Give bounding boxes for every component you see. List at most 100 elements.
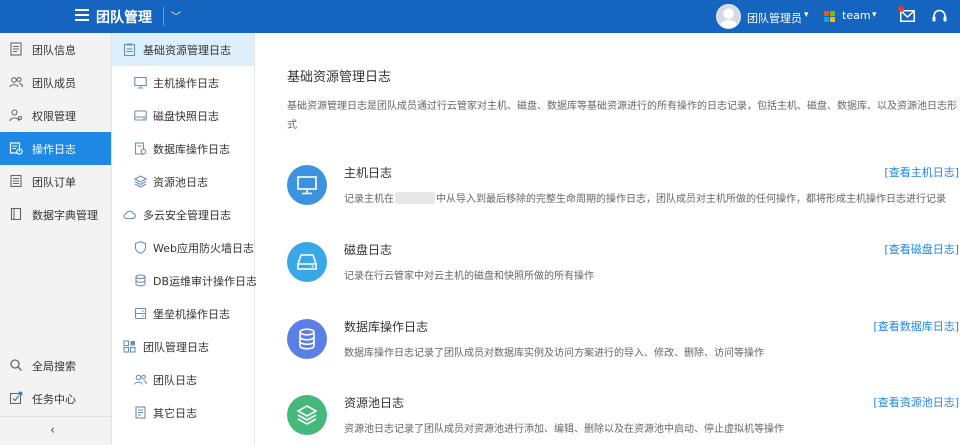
task-icon: [9, 391, 23, 405]
user-key-icon: [9, 109, 22, 122]
view-resource-pool-logs-link[interactable]: [查看资源池日志]: [873, 394, 959, 410]
leftnav-item-team-members[interactable]: 团队成员: [0, 66, 111, 99]
subnav-item-label: 团队管理日志: [143, 341, 209, 354]
subnav-item-label: 主机操作日志: [153, 77, 219, 90]
book-icon: [10, 207, 22, 221]
headset-icon[interactable]: [932, 9, 947, 23]
cloud-icon: [123, 210, 136, 220]
page-description: 基础资源管理日志是团队成员通过行云管家对主机、磁盘、数据库等基础资源进行的所有操…: [287, 101, 957, 131]
log-card-host: 主机日志 记录主机在 中从导入到最后移除的完整生命周期的操作日志，团队成员对主机所…: [287, 164, 959, 228]
grid-icon: [123, 340, 136, 353]
hamburger-menu-icon[interactable]: [75, 9, 89, 21]
leftnav-item-team-orders[interactable]: 团队订单: [0, 165, 111, 198]
subnav-item-label: DB运维审计操作日志: [153, 275, 258, 288]
sub-nav: 基础资源管理日志 主机操作日志 磁盘快照日志 数据库操作日志 资源池日志 多云安…: [112, 33, 258, 445]
chevron-down-icon[interactable]: ﹀: [171, 8, 181, 23]
view-database-logs-link[interactable]: [查看数据库日志]: [873, 318, 959, 334]
disk-icon: [297, 254, 317, 270]
subnav-item-other-logs[interactable]: 其它日志: [112, 396, 254, 429]
chevron-left-icon: ‹: [50, 423, 56, 438]
subnav-item-label: 堡垒机操作日志: [153, 308, 230, 321]
view-host-logs-link[interactable]: [查看主机日志]: [884, 164, 959, 180]
log-card-resource-pool: 资源池日志 资源池日志记录了团队成员对资源池进行添加、编辑、删除以及在资源池中启…: [287, 394, 959, 445]
leftnav-item-task-center[interactable]: 任务中心: [0, 382, 111, 415]
top-header: 团队管理 ﹀ 团队管理员 ▾ team ▾: [0, 0, 960, 33]
mail-icon[interactable]: [900, 10, 915, 22]
monitor-icon: [134, 76, 147, 89]
user-name[interactable]: 团队管理员: [747, 10, 802, 26]
search-icon: [10, 359, 22, 371]
subnav-item-database-operation-logs[interactable]: 数据库操作日志: [112, 132, 254, 165]
app-title[interactable]: 团队管理: [96, 7, 152, 27]
log-card-icon: [287, 395, 327, 435]
disk-icon: [134, 110, 147, 121]
leftnav-item-label: 数据字典管理: [32, 209, 98, 222]
view-disk-logs-link[interactable]: [查看磁盘日志]: [884, 241, 959, 257]
users-icon: [134, 374, 147, 385]
log-card-title: 数据库操作日志: [344, 320, 429, 334]
layers-icon: [296, 405, 318, 425]
leftnav-item-label: 团队信息: [32, 44, 76, 57]
log-card-icon: [287, 319, 327, 359]
leftnav-item-global-search[interactable]: 全局搜索: [0, 349, 111, 382]
user-menu-chevron-icon[interactable]: ▾: [804, 10, 809, 20]
log-card-icon: [287, 165, 327, 205]
leftnav-item-label: 权限管理: [32, 110, 76, 123]
leftnav-item-label: 全局搜索: [32, 360, 76, 373]
database-icon: [299, 328, 315, 350]
database-icon: [135, 274, 146, 287]
subnav-item-db-audit-logs[interactable]: DB运维审计操作日志: [112, 264, 258, 297]
subnav-item-host-logs[interactable]: 主机操作日志: [112, 66, 254, 99]
subnav-item-bastion-logs[interactable]: 堡垒机操作日志: [112, 297, 254, 330]
leftnav-item-operation-logs[interactable]: 操作日志: [0, 132, 111, 165]
subnav-item-team-logs[interactable]: 团队日志: [112, 363, 254, 396]
database-doc-icon: [134, 142, 147, 155]
log-card-disk: 磁盘日志 记录在行云管家中对云主机的磁盘和快照所做的所有操作 [查看磁盘日志]: [287, 241, 959, 305]
log-card-title: 主机日志: [344, 166, 393, 180]
team-menu-chevron-icon[interactable]: ▾: [872, 10, 877, 20]
subnav-item-label: 其它日志: [153, 407, 197, 420]
page-title: 基础资源管理日志: [287, 70, 392, 85]
subnav-item-team-management-logs[interactable]: 团队管理日志: [112, 330, 254, 363]
notification-dot: [898, 6, 904, 12]
log-card-description: 记录主机在 中从导入到最后移除的完整生命周期的操作日志，团队成员对主机所做的任何操…: [344, 192, 946, 205]
subnav-item-label: Web应用防火墙日志: [153, 242, 254, 255]
shield-icon: [134, 241, 147, 254]
log-card-database: 数据库操作日志 数据库操作日志记录了团队成员对数据库实例及访问方案进行的导入、修…: [287, 318, 959, 382]
avatar[interactable]: [716, 4, 741, 29]
subnav-item-waf-logs[interactable]: Web应用防火墙日志: [112, 231, 254, 264]
subnav-item-label: 团队日志: [153, 374, 197, 387]
order-icon: [10, 174, 22, 188]
subnav-item-multicloud-security-logs[interactable]: 多云安全管理日志: [112, 198, 254, 231]
log-card-description: 记录在行云管家中对云主机的磁盘和快照所做的所有操作: [344, 271, 594, 282]
log-card-description: 数据库操作日志记录了团队成员对数据库实例及访问方案进行的导入、修改、删除、访问等…: [344, 348, 764, 359]
subnav-item-label: 多云安全管理日志: [143, 209, 231, 222]
layers-icon: [134, 175, 147, 188]
subnav-item-label: 资源池日志: [153, 176, 208, 189]
clipboard-icon: [123, 43, 136, 56]
log-card-title: 资源池日志: [344, 396, 405, 410]
document-icon: [10, 42, 22, 56]
team-logo-icon: [824, 11, 835, 22]
log-card-description: 资源池日志记录了团队成员对资源池进行添加、编辑、删除以及在资源池中启动、停止虚拟…: [344, 424, 784, 435]
subnav-item-label: 磁盘快照日志: [153, 110, 219, 123]
subnav-item-basic-resource-logs[interactable]: 基础资源管理日志: [112, 33, 254, 66]
subnav-item-disk-snapshot-logs[interactable]: 磁盘快照日志: [112, 99, 254, 132]
leftnav-item-team-info[interactable]: 团队信息: [0, 33, 111, 66]
leftnav-item-data-dictionary[interactable]: 数据字典管理: [0, 198, 111, 231]
log-card-icon: [287, 242, 327, 282]
leftnav-item-label: 团队成员: [32, 77, 76, 90]
file-icon: [135, 406, 146, 419]
subnav-item-resource-pool-logs[interactable]: 资源池日志: [112, 165, 254, 198]
leftnav-item-label: 操作日志: [32, 143, 76, 156]
sidebar-collapse-button[interactable]: ‹: [0, 416, 111, 445]
team-name[interactable]: team: [842, 9, 871, 22]
header-divider: [163, 7, 164, 26]
leftnav-item-permissions[interactable]: 权限管理: [0, 99, 111, 132]
subnav-item-label: 数据库操作日志: [153, 143, 230, 156]
redacted-text-mask: [395, 192, 435, 204]
main-content: 基础资源管理日志 基础资源管理日志是团队成员通过行云管家对主机、磁盘、数据库等基…: [256, 33, 960, 445]
log-card-title: 磁盘日志: [344, 243, 393, 257]
log-icon: [9, 142, 23, 155]
monitor-icon: [297, 176, 317, 195]
